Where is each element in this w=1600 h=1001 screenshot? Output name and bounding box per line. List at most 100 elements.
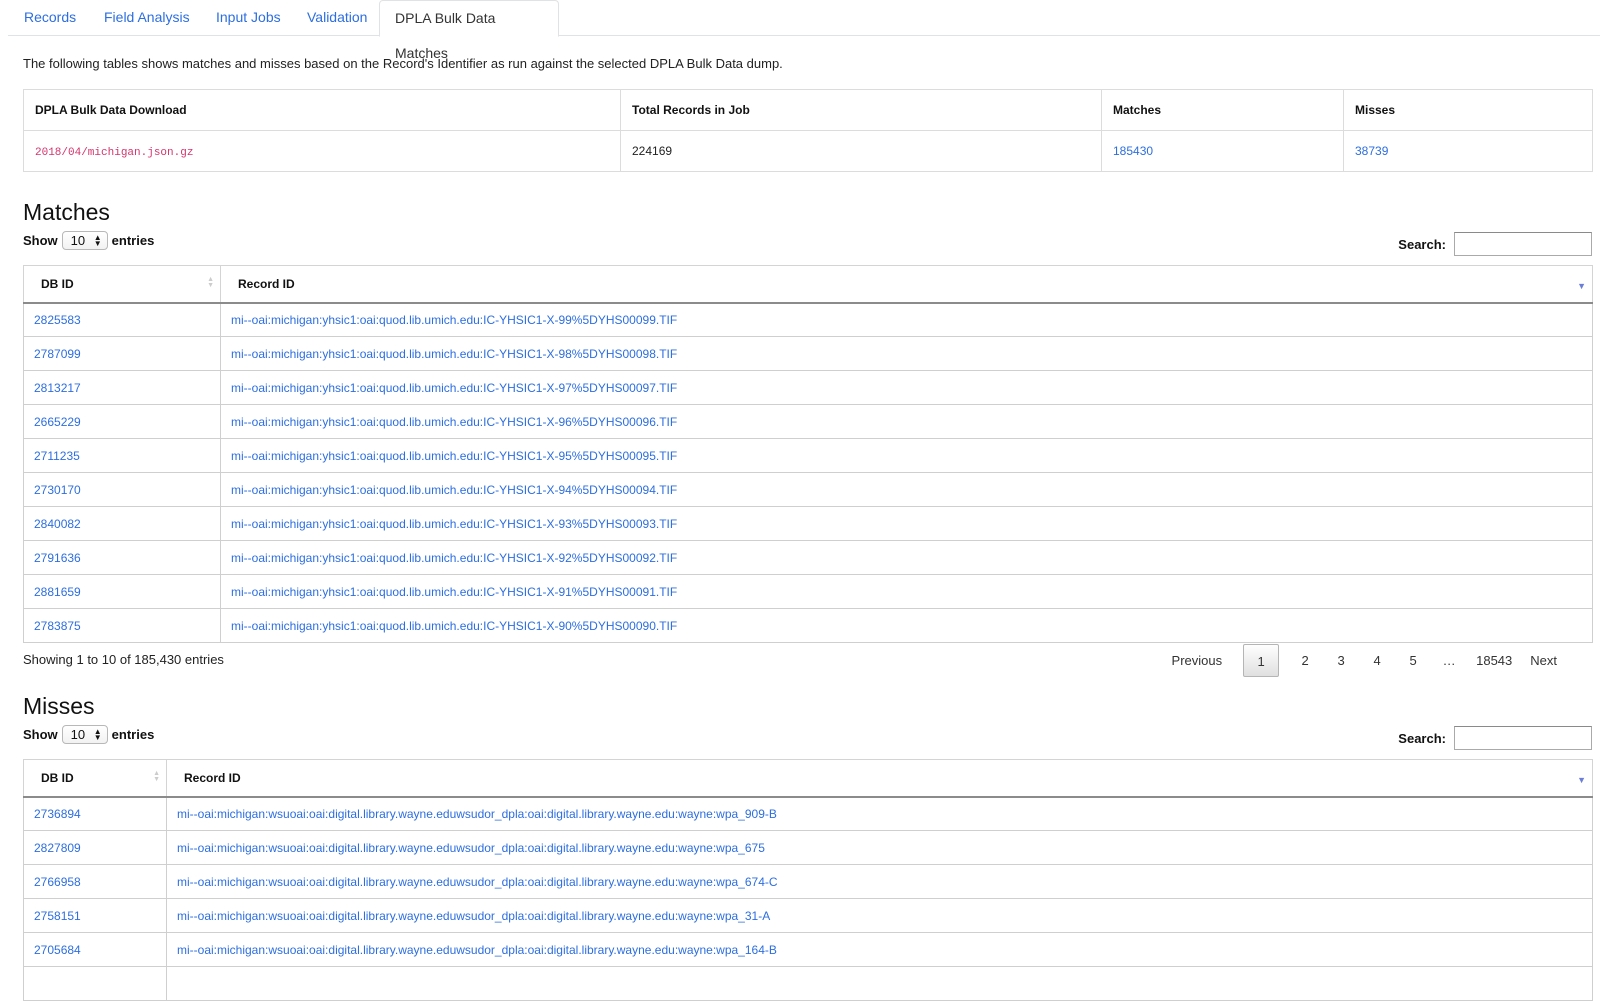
record-id-link[interactable]: mi--oai:michigan:wsuoai:oai:digital.libr… xyxy=(177,841,765,855)
matches-page-length-select[interactable]: 10 ▲ ▼ xyxy=(61,231,108,250)
matches-header-db-id-label: DB ID xyxy=(41,276,74,291)
misses-header-db-id[interactable]: DB ID ▲ ▼ xyxy=(23,759,167,798)
sort-both-icon: ▲ ▼ xyxy=(153,770,160,783)
misses-page-length-select[interactable]: 10 ▲ ▼ xyxy=(61,725,108,744)
pagination-next[interactable]: Next xyxy=(1521,644,1566,677)
tab-records[interactable]: Records xyxy=(9,0,91,36)
record-id-link[interactable]: mi--oai:michigan:yhsic1:oai:quod.lib.umi… xyxy=(231,551,677,565)
pagination-page-3[interactable]: 3 xyxy=(1323,644,1359,677)
db-id-link[interactable]: 2711235 xyxy=(34,449,80,463)
misses-search-label: Search: xyxy=(1398,730,1446,746)
record-id-cell: mi--oai:michigan:wsuoai:oai:digital.libr… xyxy=(166,864,1593,899)
matches-table-row: 2825583 mi--oai:michigan:yhsic1:oai:quod.… xyxy=(23,302,1593,337)
matches-table: DB ID ▲ ▼ Record ID ▼ 2825583 mi--oai:mich… xyxy=(23,265,1593,643)
db-id-cell xyxy=(23,966,167,1001)
tab-validation[interactable]: Validation xyxy=(292,0,382,36)
record-id-cell: mi--oai:michigan:yhsic1:oai:quod.lib.umi… xyxy=(220,370,1593,405)
misses-length-control: Show 10 ▲ ▼ entries xyxy=(23,725,154,744)
record-id-cell: mi--oai:michigan:yhsic1:oai:quod.lib.umi… xyxy=(220,540,1593,575)
pagination-page-1[interactable]: 1 xyxy=(1243,644,1280,677)
db-id-link[interactable]: 2705684 xyxy=(34,943,81,957)
misses-search-input[interactable] xyxy=(1454,726,1592,750)
db-id-link[interactable]: 2736894 xyxy=(34,807,81,821)
db-id-cell: 2813217 xyxy=(23,370,221,405)
sort-desc-icon: ▼ xyxy=(1577,775,1586,785)
db-id-cell: 2705684 xyxy=(23,932,167,967)
matches-table-row: 2730170 mi--oai:michigan:yhsic1:oai:quod.… xyxy=(23,472,1593,507)
pagination-last-page[interactable]: 18543 xyxy=(1467,644,1521,677)
db-id-link[interactable]: 2787099 xyxy=(34,347,81,361)
pagination-previous[interactable]: Previous xyxy=(1163,644,1232,677)
matches-table-row: 2711235 mi--oai:michigan:yhsic1:oai:quod.… xyxy=(23,438,1593,473)
db-id-link[interactable]: 2881659 xyxy=(34,585,81,599)
matches-search-input[interactable] xyxy=(1454,232,1592,256)
tab-input-jobs[interactable]: Input Jobs xyxy=(201,0,296,36)
record-id-link[interactable]: mi--oai:michigan:yhsic1:oai:quod.lib.umi… xyxy=(231,347,677,361)
record-id-cell: mi--oai:michigan:wsuoai:oai:digital.libr… xyxy=(166,932,1593,967)
summary-total-records: 224169 xyxy=(620,130,1102,172)
pagination-ellipsis: … xyxy=(1442,653,1456,668)
record-id-link[interactable]: mi--oai:michigan:wsuoai:oai:digital.libr… xyxy=(177,807,777,821)
tab-bar: Records Field Analysis Input Jobs Valida… xyxy=(8,0,1600,61)
record-id-cell: mi--oai:michigan:yhsic1:oai:quod.lib.umi… xyxy=(220,574,1593,609)
record-id-cell: mi--oai:michigan:yhsic1:oai:quod.lib.umi… xyxy=(220,506,1593,541)
summary-header-matches: Matches xyxy=(1101,89,1344,131)
matches-pagination: Previous 1 2 3 4 5 … 18543 Next xyxy=(1163,644,1566,677)
record-id-link[interactable]: mi--oai:michigan:yhsic1:oai:quod.lib.umi… xyxy=(231,313,677,327)
record-id-link[interactable]: mi--oai:michigan:yhsic1:oai:quod.lib.umi… xyxy=(231,619,677,633)
db-id-link[interactable]: 2766958 xyxy=(34,875,81,889)
misses-search: Search: xyxy=(1398,726,1592,750)
record-id-link[interactable]: mi--oai:michigan:yhsic1:oai:quod.lib.umi… xyxy=(231,449,677,463)
misses-table-row: 2705684 mi--oai:michigan:wsuoai:oai:digit… xyxy=(23,932,1593,967)
db-id-link[interactable]: 2840082 xyxy=(34,517,81,531)
db-id-link[interactable]: 2758151 xyxy=(34,909,81,923)
summary-misses-cell: 38739 xyxy=(1343,130,1593,172)
db-id-link[interactable]: 2813217 xyxy=(34,381,81,395)
record-id-link[interactable]: mi--oai:michigan:yhsic1:oai:quod.lib.umi… xyxy=(231,381,677,395)
pagination-page-5[interactable]: 5 xyxy=(1395,644,1431,677)
download-file-path: 2018/04/michigan.json.gz xyxy=(35,146,194,159)
misses-header-record-id[interactable]: Record ID ▼ xyxy=(166,759,1593,798)
record-id-cell: mi--oai:michigan:yhsic1:oai:quod.lib.umi… xyxy=(220,404,1593,439)
db-id-link[interactable]: 2825583 xyxy=(34,313,81,327)
record-id-cell: mi--oai:michigan:yhsic1:oai:quod.lib.umi… xyxy=(220,302,1593,337)
tab-dpla-bulk-data-matches[interactable]: DPLA Bulk Data Matches xyxy=(379,0,559,61)
record-id-link[interactable]: mi--oai:michigan:wsuoai:oai:digital.libr… xyxy=(177,943,777,957)
record-id-link[interactable]: mi--oai:michigan:yhsic1:oai:quod.lib.umi… xyxy=(231,483,677,497)
db-id-link[interactable]: 2791636 xyxy=(34,551,81,565)
matches-table-row: 2787099 mi--oai:michigan:yhsic1:oai:quod.… xyxy=(23,336,1593,371)
record-id-link[interactable]: mi--oai:michigan:wsuoai:oai:digital.libr… xyxy=(177,875,778,889)
record-id-cell: mi--oai:michigan:yhsic1:oai:quod.lib.umi… xyxy=(220,608,1593,643)
pagination-page-2[interactable]: 2 xyxy=(1287,644,1323,677)
matches-count-link[interactable]: 185430 xyxy=(1113,144,1153,158)
record-id-link[interactable]: mi--oai:michigan:wsuoai:oai:digital.libr… xyxy=(177,909,770,923)
summary-header-total: Total Records in Job xyxy=(620,89,1102,131)
record-id-cell: mi--oai:michigan:wsuoai:oai:digital.libr… xyxy=(166,796,1593,831)
matches-title: Matches xyxy=(23,199,110,225)
matches-table-row: 2840082 mi--oai:michigan:yhsic1:oai:quod.… xyxy=(23,506,1593,541)
tab-field-analysis[interactable]: Field Analysis xyxy=(89,0,205,36)
db-id-link[interactable]: 2665229 xyxy=(34,415,81,429)
matches-show-label: Show xyxy=(23,233,58,248)
record-id-link[interactable]: mi--oai:michigan:yhsic1:oai:quod.lib.umi… xyxy=(231,415,677,429)
pagination-page-4[interactable]: 4 xyxy=(1359,644,1395,677)
record-id-link[interactable]: mi--oai:michigan:yhsic1:oai:quod.lib.umi… xyxy=(231,585,677,599)
db-id-link[interactable]: 2783875 xyxy=(34,619,81,633)
matches-page-length-value: 10 xyxy=(70,233,86,248)
summary-matches-cell: 185430 xyxy=(1101,130,1344,172)
misses-count-link[interactable]: 38739 xyxy=(1355,144,1388,158)
matches-header-record-id-label: Record ID xyxy=(238,276,295,291)
misses-title: Misses xyxy=(23,693,95,719)
db-id-link[interactable]: 2827809 xyxy=(34,841,81,855)
db-id-cell: 2840082 xyxy=(23,506,221,541)
misses-header-record-id-label: Record ID xyxy=(184,770,241,785)
db-id-link[interactable]: 2730170 xyxy=(34,483,81,497)
matches-header-record-id[interactable]: Record ID ▼ xyxy=(220,265,1593,304)
record-id-link[interactable]: mi--oai:michigan:yhsic1:oai:quod.lib.umi… xyxy=(231,517,677,531)
select-arrows-icon: ▲ ▼ xyxy=(93,726,102,742)
misses-table: DB ID ▲ ▼ Record ID ▼ 2736894 mi--oai:mich… xyxy=(23,759,1593,1001)
matches-table-row: 2665229 mi--oai:michigan:yhsic1:oai:quod.… xyxy=(23,404,1593,439)
db-id-cell: 2766958 xyxy=(23,864,167,899)
misses-table-row: 2827809 mi--oai:michigan:wsuoai:oai:digit… xyxy=(23,830,1593,865)
matches-header-db-id[interactable]: DB ID ▲ ▼ xyxy=(23,265,221,304)
